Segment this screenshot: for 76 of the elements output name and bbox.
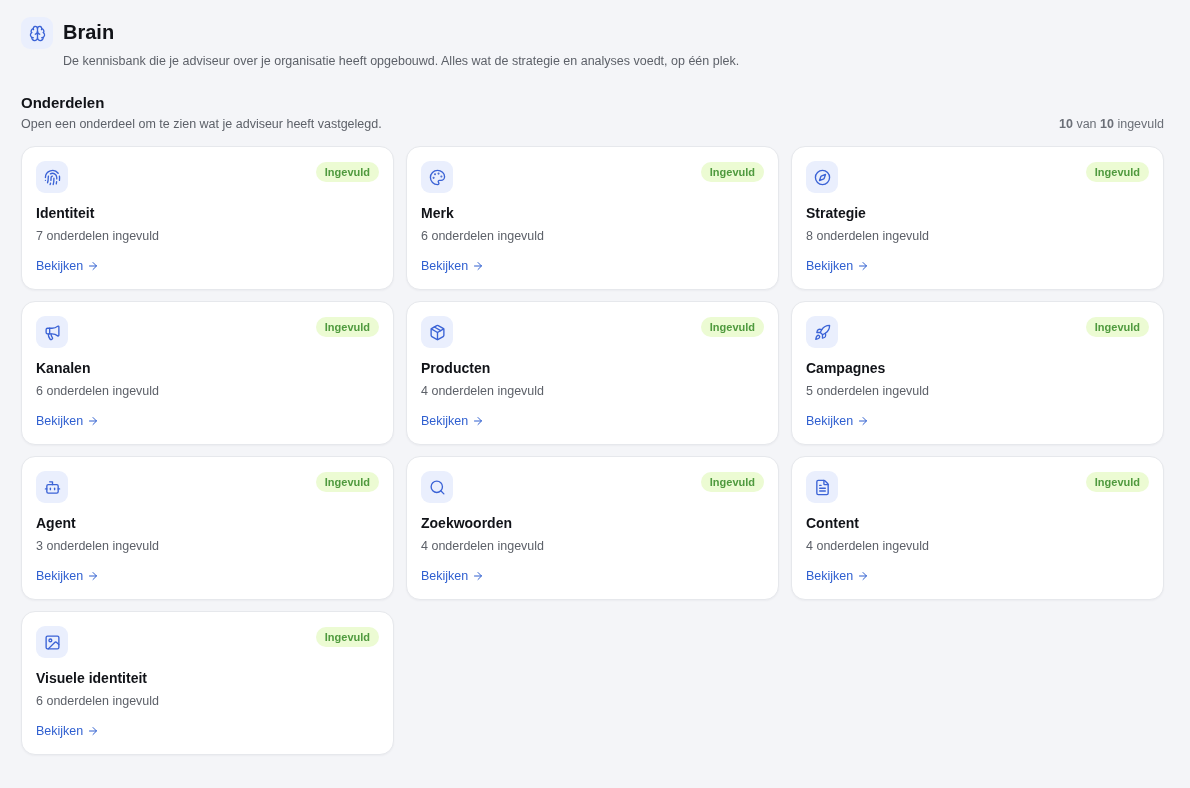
search-icon	[421, 471, 453, 503]
status-badge: Ingevuld	[700, 472, 764, 492]
view-link[interactable]: Bekijken	[421, 412, 485, 430]
arrow-right-icon	[87, 415, 100, 427]
card-detail: 3 onderdelen ingevuld	[36, 538, 161, 555]
compass-icon	[806, 161, 838, 193]
completion-count: 10 van 10 ingevuld	[1059, 116, 1164, 133]
status-badge: Ingevuld	[700, 317, 764, 337]
card-title: Campagnes	[806, 359, 887, 378]
rocket-icon	[806, 316, 838, 348]
card-detail: 5 onderdelen ingevuld	[806, 383, 931, 400]
card-detail: 6 onderdelen ingevuld	[36, 693, 161, 710]
section-card[interactable]: Ingevuld Campagnes 5 onderdelen ingevuld Bekijken	[791, 301, 1164, 445]
section-card[interactable]: Ingevuld Merk 6 onderdelen ingevuld Bekijken	[406, 146, 779, 290]
brain-icon	[21, 17, 53, 49]
view-link[interactable]: Bekijken	[36, 257, 100, 275]
card-title: Visuele identiteit	[36, 669, 148, 688]
card-detail: 6 onderdelen ingevuld	[36, 383, 161, 400]
section-card[interactable]: Ingevuld Agent 3 onderdelen ingevuld Bekijken	[21, 456, 394, 600]
section-card[interactable]: Ingevuld Zoekwoorden 4 onderdelen ingevuld Bekijken	[406, 456, 779, 600]
section-subtitle: Open een onderdeel om te zien wat je adviseur heeft vastgelegd.	[21, 116, 382, 133]
view-link[interactable]: Bekijken	[36, 412, 100, 430]
view-link[interactable]: Bekijken	[421, 567, 485, 585]
arrow-right-icon	[87, 570, 100, 582]
section-card[interactable]: Ingevuld Content 4 onderdelen ingevuld Bekijken	[791, 456, 1164, 600]
card-title: Zoekwoorden	[421, 514, 513, 533]
megaphone-icon	[36, 316, 68, 348]
arrow-right-icon	[87, 260, 100, 272]
card-detail: 6 onderdelen ingevuld	[421, 228, 546, 245]
section-title: Onderdelen	[21, 93, 106, 113]
card-title: Merk	[421, 204, 455, 223]
card-detail: 4 onderdelen ingevuld	[806, 538, 931, 555]
view-link[interactable]: Bekijken	[421, 257, 485, 275]
status-badge: Ingevuld	[700, 162, 764, 182]
status-badge: Ingevuld	[315, 627, 379, 647]
view-link[interactable]: Bekijken	[806, 257, 870, 275]
arrow-right-icon	[472, 415, 485, 427]
palette-icon	[421, 161, 453, 193]
section-card[interactable]: Ingevuld Identiteit 7 onderdelen ingevuld Bekijken	[21, 146, 394, 290]
fingerprint-icon	[36, 161, 68, 193]
status-badge: Ingevuld	[315, 472, 379, 492]
card-title: Producten	[421, 359, 492, 378]
view-link[interactable]: Bekijken	[806, 412, 870, 430]
page-title: Brain	[63, 20, 116, 45]
document-icon	[806, 471, 838, 503]
arrow-right-icon	[472, 260, 485, 272]
card-detail: 7 onderdelen ingevuld	[36, 228, 161, 245]
card-detail: 4 onderdelen ingevuld	[421, 383, 546, 400]
status-badge: Ingevuld	[315, 162, 379, 182]
card-title: Content	[806, 514, 860, 533]
card-title: Strategie	[806, 204, 867, 223]
image-icon	[36, 626, 68, 658]
status-badge: Ingevuld	[1085, 472, 1149, 492]
status-badge: Ingevuld	[1085, 317, 1149, 337]
arrow-right-icon	[472, 570, 485, 582]
status-badge: Ingevuld	[315, 317, 379, 337]
view-link[interactable]: Bekijken	[36, 567, 100, 585]
section-card[interactable]: Ingevuld Producten 4 onderdelen ingevuld Bekijken	[406, 301, 779, 445]
arrow-right-icon	[857, 260, 870, 272]
robot-icon	[36, 471, 68, 503]
box-icon	[421, 316, 453, 348]
view-link[interactable]: Bekijken	[36, 722, 100, 740]
card-title: Agent	[36, 514, 77, 533]
status-badge: Ingevuld	[1085, 162, 1149, 182]
card-title: Kanalen	[36, 359, 92, 378]
page-description: De kennisbank die je adviseur over je organisatie heeft opgebouwd. Alles wat de strategie en analyses voedt, op één plek.	[63, 53, 740, 70]
section-card[interactable]: Ingevuld Strategie 8 onderdelen ingevuld Bekijken	[791, 146, 1164, 290]
card-detail: 8 onderdelen ingevuld	[806, 228, 931, 245]
card-detail: 4 onderdelen ingevuld	[421, 538, 546, 555]
arrow-right-icon	[87, 725, 100, 737]
section-card[interactable]: Ingevuld Visuele identiteit 6 onderdelen ingevuld Bekijken	[21, 611, 394, 755]
section-card[interactable]: Ingevuld Kanalen 6 onderdelen ingevuld Bekijken	[21, 301, 394, 445]
arrow-right-icon	[857, 570, 870, 582]
arrow-right-icon	[857, 415, 870, 427]
view-link[interactable]: Bekijken	[806, 567, 870, 585]
card-title: Identiteit	[36, 204, 96, 223]
